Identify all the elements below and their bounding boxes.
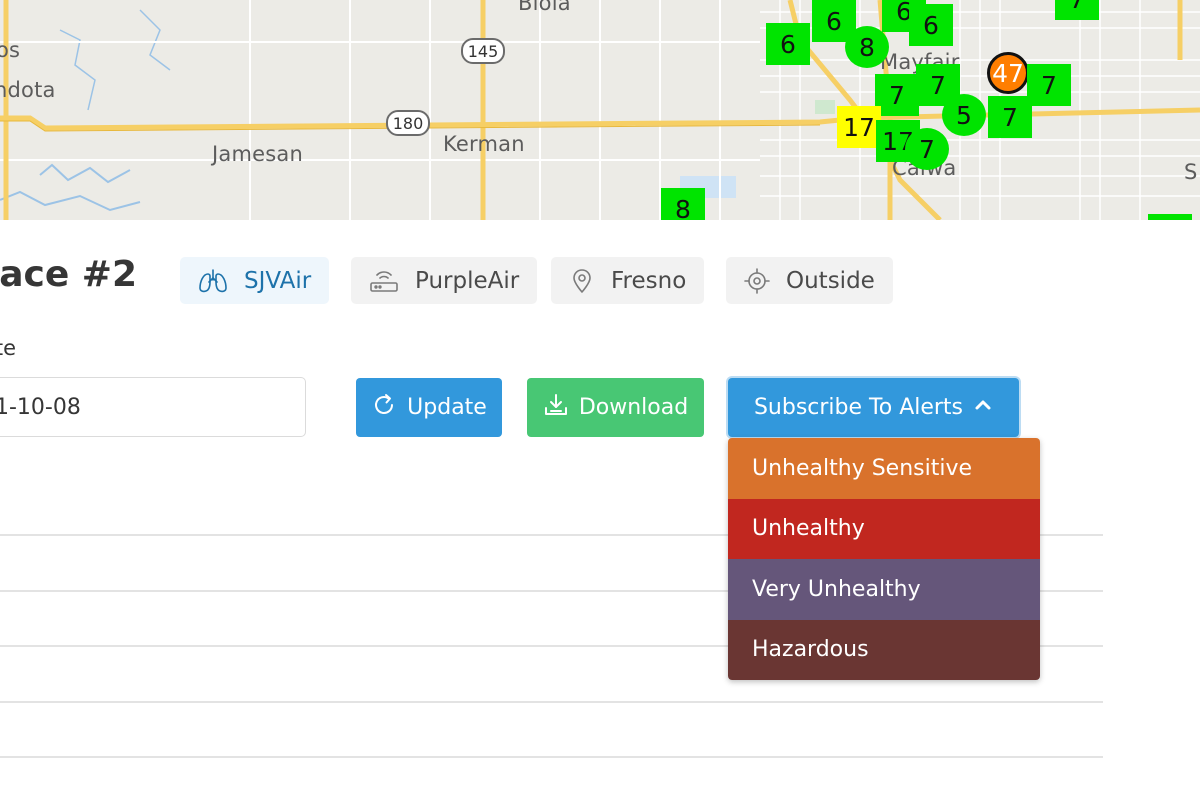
lungs-icon (198, 268, 228, 294)
sensor-marker[interactable]: 7 (1027, 64, 1071, 106)
sensor-marker-moderate[interactable]: 17 (837, 106, 881, 148)
sensor-marker[interactable]: 7 (988, 96, 1032, 138)
location-target-icon (744, 267, 770, 294)
alert-option-very-unhealthy[interactable]: Very Unhealthy (728, 559, 1040, 620)
sensor-marker[interactable]: 7 (1148, 214, 1192, 220)
sensor-marker[interactable]: 7 (905, 128, 949, 170)
alert-option-unhealthy-sensitive[interactable]: Unhealthy Sensitive (728, 438, 1040, 499)
map-label-mendota: ndota (0, 78, 56, 102)
map-label-s: S (1184, 160, 1198, 184)
page-title: space #2 (0, 254, 137, 295)
air-quality-map[interactable]: Biola os ndota Jamesan Kerman Mayfair Ca… (0, 0, 1200, 220)
sensor-marker[interactable]: 8 (845, 26, 889, 68)
tag-sjvair[interactable]: SJVAir (180, 257, 330, 304)
tag-purpleair[interactable]: PurpleAir (351, 257, 538, 304)
download-button[interactable]: Download (527, 378, 704, 437)
tag-outside[interactable]: Outside (726, 257, 893, 304)
chevron-up-icon (973, 395, 993, 421)
map-label-jamesan: Jamesan (212, 142, 303, 166)
router-icon (369, 268, 399, 294)
tag-fresno[interactable]: Fresno (551, 257, 705, 304)
map-pin-icon (569, 268, 595, 294)
download-button-label: Download (578, 395, 689, 420)
tag-outside-label: Outside (786, 267, 875, 294)
highway-shield-145: 145 (461, 38, 505, 64)
subscribe-button-label: Subscribe To Alerts (753, 395, 964, 420)
date-field-label: ate (0, 336, 17, 360)
alert-option-hazardous[interactable]: Hazardous (728, 619, 1040, 680)
tag-sjvair-label: SJVAir (244, 267, 312, 294)
highway-shield-180: 180 (386, 110, 430, 136)
subscribe-alerts-button[interactable]: Subscribe To Alerts (728, 378, 1019, 437)
map-label-os: os (0, 38, 21, 62)
chart-gridline (0, 701, 1103, 703)
sensor-marker[interactable]: 6 (766, 23, 810, 65)
download-icon (543, 392, 569, 424)
sensor-marker[interactable]: 7 (875, 74, 919, 116)
sensor-marker-elevated[interactable]: 47 (987, 52, 1029, 94)
refresh-icon (371, 392, 397, 424)
alert-option-unhealthy[interactable]: Unhealthy (728, 498, 1040, 559)
sensor-marker[interactable]: 7 (1055, 0, 1099, 20)
tag-purpleair-label: PurpleAir (415, 267, 520, 294)
update-button[interactable]: Update (356, 378, 502, 437)
sensor-marker[interactable]: 8 (661, 188, 705, 220)
tag-fresno-label: Fresno (611, 267, 687, 294)
chart-gridline (0, 756, 1103, 758)
map-label-kerman: Kerman (443, 132, 525, 156)
alerts-dropdown-menu: Unhealthy Sensitive Unhealthy Very Unhea… (728, 438, 1040, 680)
sensor-marker[interactable]: 5 (942, 94, 986, 136)
sensor-marker[interactable]: 6 (909, 4, 953, 46)
update-button-label: Update (407, 395, 487, 420)
map-label-biola: Biola (518, 0, 571, 15)
date-input[interactable] (0, 377, 306, 437)
